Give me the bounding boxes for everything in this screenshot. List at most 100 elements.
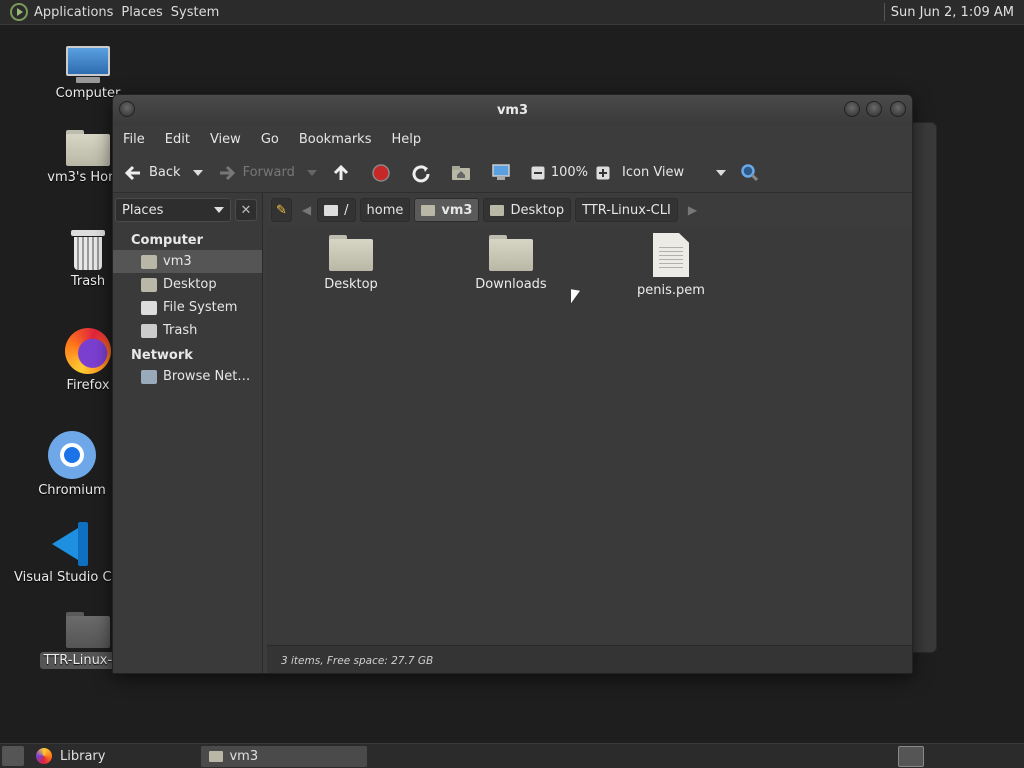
sidebar-item-label: Browse Net…: [163, 369, 251, 384]
path-root[interactable]: /: [317, 198, 356, 222]
minimize-button[interactable]: [844, 101, 860, 117]
window-titlebar[interactable]: vm3: [113, 95, 912, 125]
file-view[interactable]: Desktop Downloads penis.pem: [267, 227, 912, 645]
menu-help[interactable]: Help: [391, 132, 421, 147]
path-segment-label: home: [366, 202, 404, 218]
places-menu[interactable]: Places: [121, 5, 170, 20]
system-menu[interactable]: System: [171, 5, 227, 20]
forward-history-dropdown[interactable]: [306, 169, 317, 176]
file-name: penis.pem: [637, 283, 705, 298]
home-folder-icon: [66, 130, 110, 166]
file-manager-window: vm3 File Edit View Go Bookmarks Help Bac…: [112, 94, 913, 674]
sidebar-item-trash[interactable]: Trash: [113, 319, 262, 342]
home-button[interactable]: [451, 163, 477, 183]
bottom-panel: Library vm3: [0, 743, 1024, 768]
trash-icon: [71, 230, 105, 270]
close-sidebar-button[interactable]: ✕: [235, 199, 257, 221]
folder-icon: [489, 235, 533, 271]
window-menu-button[interactable]: [119, 101, 135, 117]
path-desktop[interactable]: Desktop: [483, 198, 572, 222]
computer-button[interactable]: [491, 163, 517, 183]
path-scroll-right-button[interactable]: ▶: [688, 203, 697, 217]
firefox-icon: [65, 328, 111, 374]
path-segment-label: /: [344, 202, 349, 218]
maximize-button[interactable]: [866, 101, 882, 117]
sidebar-category-network: Network: [131, 348, 193, 363]
file-name: Downloads: [475, 277, 547, 292]
trash-icon: [141, 323, 157, 338]
path-vm3[interactable]: vm3: [414, 198, 480, 222]
menu-bookmarks[interactable]: Bookmarks: [299, 132, 372, 147]
view-mode-select[interactable]: Icon View: [622, 165, 727, 180]
taskbar-item-library[interactable]: Library: [28, 746, 113, 767]
sidebar-selector[interactable]: Places: [115, 198, 231, 222]
sidebar-item-label: vm3: [163, 254, 192, 269]
reload-button[interactable]: [411, 163, 437, 183]
up-button[interactable]: [331, 163, 357, 183]
distro-logo-icon[interactable]: [10, 3, 28, 21]
show-desktop-button[interactable]: [2, 746, 24, 766]
sidebar-item-file-system[interactable]: File System: [113, 296, 262, 319]
chromium-icon: [48, 431, 96, 479]
stop-icon: [371, 163, 391, 183]
menu-file[interactable]: File: [123, 132, 145, 147]
file-item-desktop[interactable]: Desktop: [291, 235, 411, 292]
zoom-out-button[interactable]: [531, 166, 545, 180]
back-history-dropdown[interactable]: [192, 169, 203, 176]
task-label: Library: [60, 748, 106, 764]
taskbar-item-vm3[interactable]: vm3: [201, 745, 368, 767]
zoom-level[interactable]: 100%: [551, 165, 588, 180]
sidebar: Places ✕ Computer vm3 Desktop File Syste…: [113, 193, 263, 673]
mouse-cursor-icon: [571, 289, 580, 305]
menu-edit[interactable]: Edit: [165, 132, 190, 147]
reload-icon: [411, 163, 431, 183]
file-item-penis-pem[interactable]: penis.pem: [611, 233, 731, 298]
back-label: Back: [149, 165, 181, 180]
sidebar-item-label: File System: [163, 300, 238, 315]
desktop-icon-vscode[interactable]: Visual Studio Code: [14, 522, 126, 585]
clock[interactable]: Sun Jun 2, 1:09 AM: [891, 5, 1024, 20]
desktop-icon-chromium[interactable]: Chromium: [22, 431, 122, 498]
path-ttr-linux-cli[interactable]: TTR-Linux-CLI: [575, 198, 678, 222]
sidebar-selector-label: Places: [122, 202, 164, 218]
sidebar-item-browse-network[interactable]: Browse Net…: [113, 365, 262, 388]
desktop-folder-icon: [490, 204, 505, 216]
path-segment-label: Desktop: [510, 202, 565, 218]
back-button[interactable]: Back: [123, 163, 203, 183]
vscode-icon: [48, 522, 92, 566]
home-folder-icon: [141, 254, 157, 269]
desktop-icon-computer[interactable]: Computer: [38, 46, 138, 101]
workspace-switcher[interactable]: [898, 745, 924, 767]
path-scroll-left-button[interactable]: ◀: [302, 203, 311, 217]
desktop-folder-icon: [141, 277, 157, 292]
drive-icon: [141, 300, 157, 315]
sidebar-item-desktop[interactable]: Desktop: [113, 273, 262, 296]
path-segment-label: TTR-Linux-CLI: [582, 202, 671, 218]
zoom-in-button[interactable]: [596, 166, 610, 180]
top-panel: Applications Places System Sun Jun 2, 1:…: [0, 0, 1024, 25]
search-button[interactable]: [740, 163, 766, 183]
forward-button[interactable]: Forward: [217, 163, 317, 183]
folder-icon: [66, 612, 110, 648]
zoom-out-icon: [531, 166, 545, 180]
window-title: vm3: [496, 102, 529, 118]
firefox-icon: [36, 748, 52, 764]
path-home[interactable]: home: [359, 198, 411, 222]
document-icon: [653, 233, 689, 277]
sidebar-item-label: Desktop: [163, 277, 217, 292]
sidebar-item-vm3[interactable]: vm3: [113, 250, 262, 273]
view-mode-label: Icon View: [622, 165, 685, 180]
file-item-downloads[interactable]: Downloads: [451, 235, 571, 292]
background-window[interactable]: [912, 122, 937, 653]
applications-menu[interactable]: Applications: [34, 5, 121, 20]
menu-go[interactable]: Go: [261, 132, 279, 147]
menu-view[interactable]: View: [210, 132, 241, 147]
file-name: Desktop: [324, 277, 378, 292]
content-area: Places ✕ Computer vm3 Desktop File Syste…: [113, 193, 912, 673]
stop-button[interactable]: [371, 163, 397, 183]
close-button[interactable]: [890, 101, 906, 117]
task-label: vm3: [229, 748, 259, 764]
computer-icon: [64, 46, 112, 83]
toggle-location-button[interactable]: ✎: [271, 198, 292, 222]
sidebar-category-computer: Computer: [131, 233, 204, 248]
